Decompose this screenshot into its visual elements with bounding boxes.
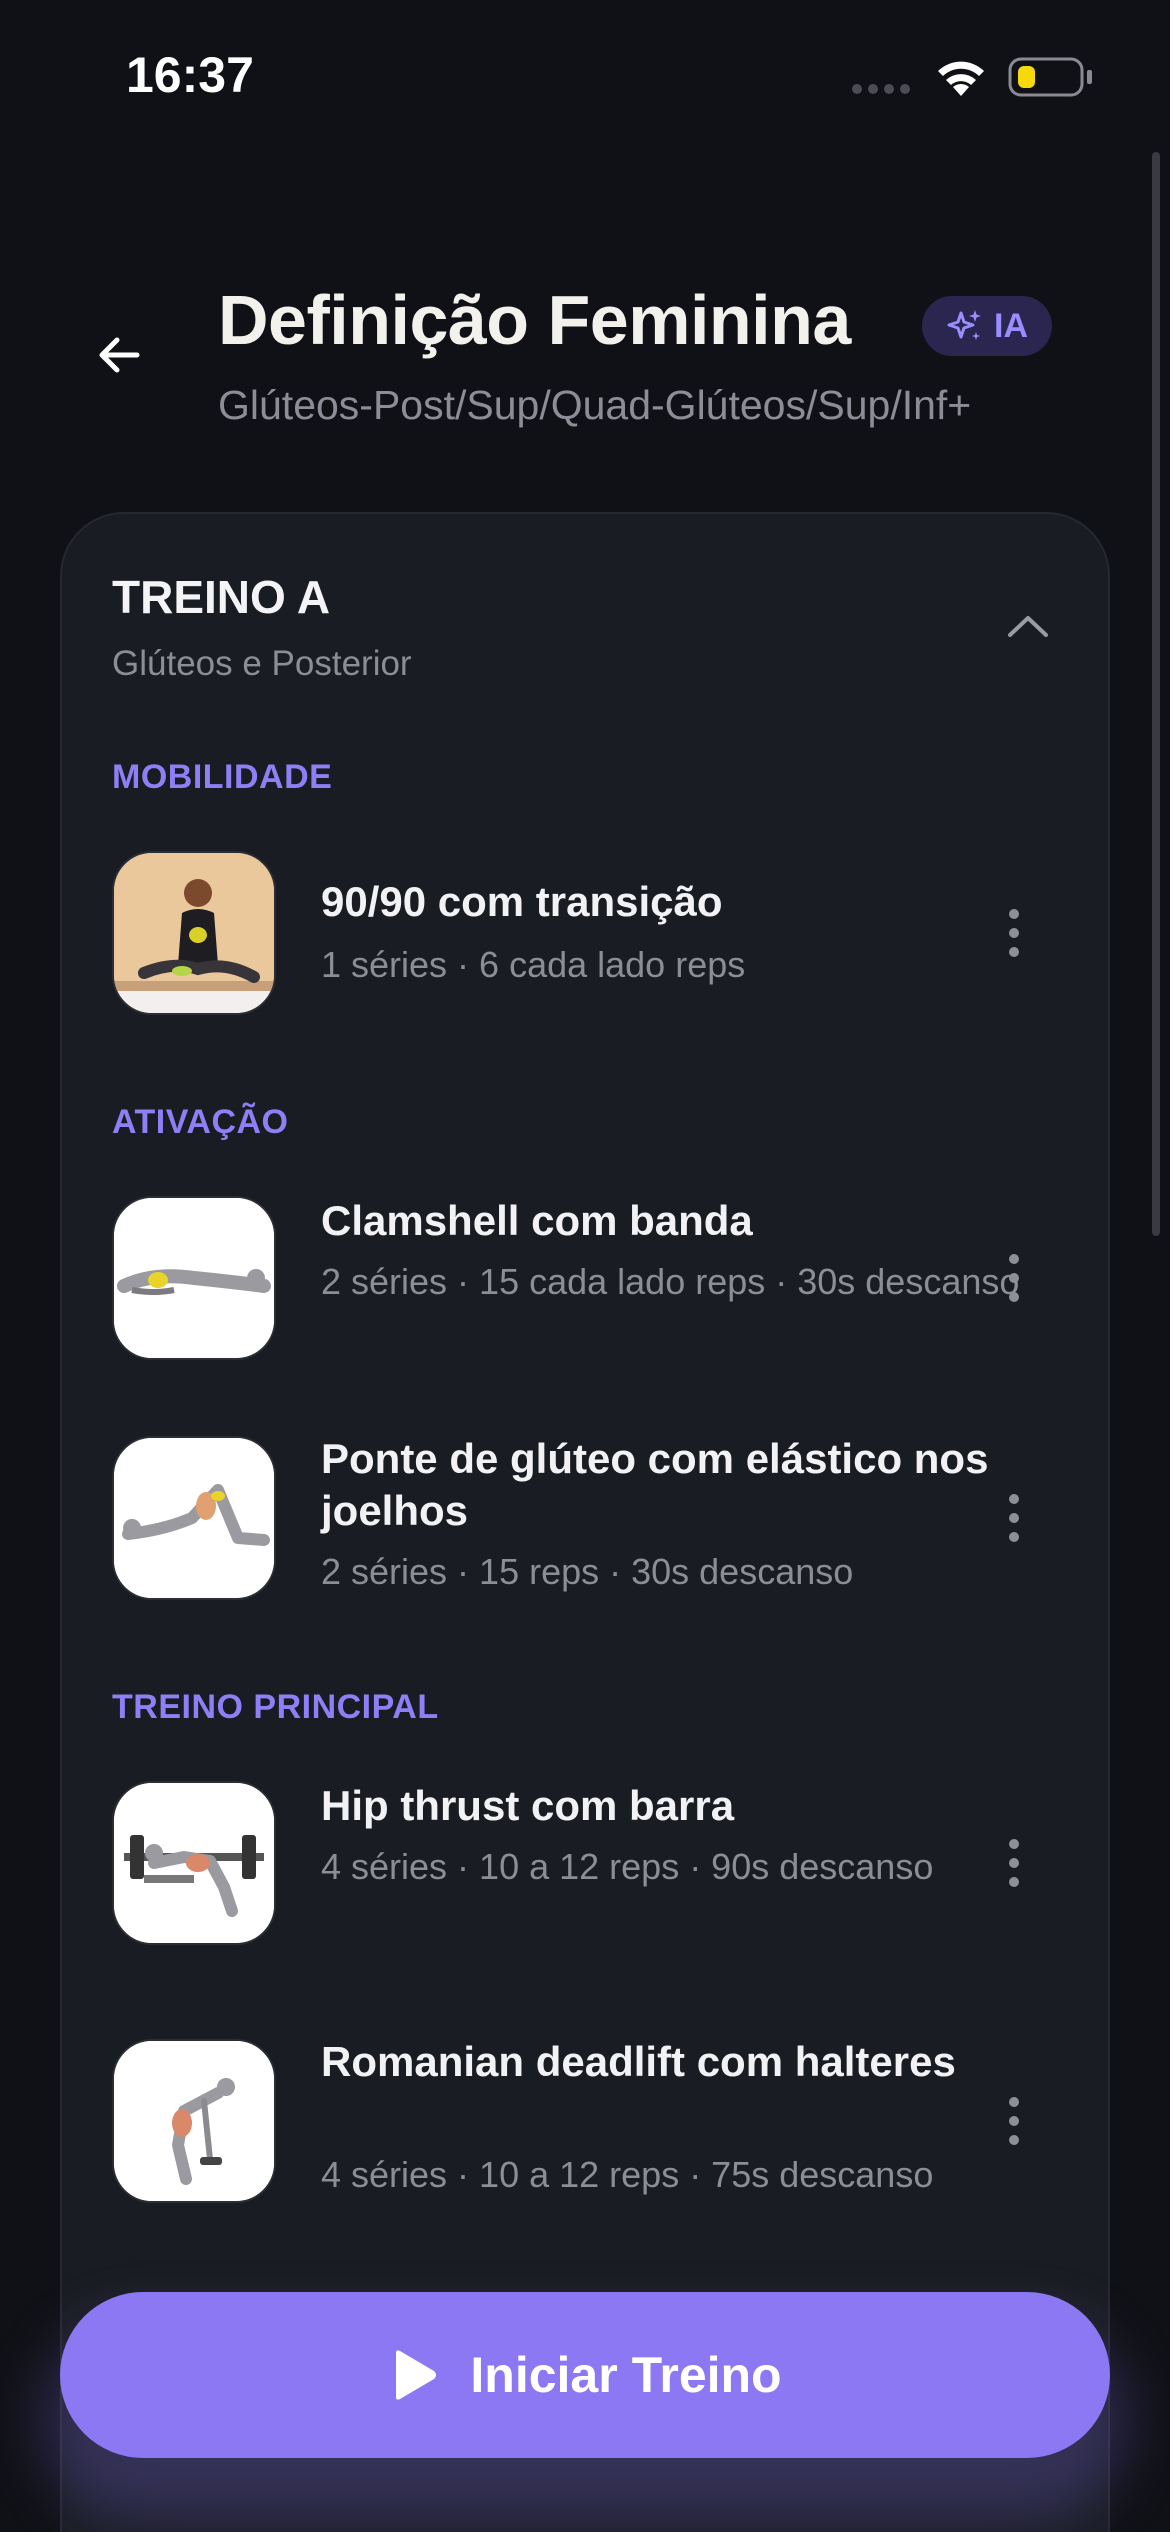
page-subtitle: Glúteos-Post/Sup/Quad-Glúteos/Sup/Inf+ [218,382,972,428]
wifi-icon [938,61,984,96]
exercise-name: Romanian deadlift com halteres [321,2038,956,2085]
status-time: 16:37 [126,47,254,103]
battery-icon [1008,57,1092,97]
exercise-thumbnail [112,1781,276,1945]
ai-badge[interactable]: IA [922,296,1052,356]
exercise-details: 4 séries · 10 a 12 reps · 75s descanso [321,2154,934,2195]
back-button[interactable] [86,322,152,388]
exercise-name: Clamshell com banda [321,1197,753,1244]
page-title: Definição Feminina [218,281,851,359]
exercise-details: 2 séries · 15 reps · 30s descanso [321,1551,854,1592]
exercise-name: 90/90 com transição [321,878,723,925]
exercise-thumbnail [112,1436,276,1600]
more-options-button[interactable] [994,1828,1034,1898]
workout-detail-screen: 16:37 Definição Feminina IA Glúteos-Post… [0,0,1170,2532]
more-options-button[interactable] [994,2086,1034,2156]
start-workout-label: Iniciar Treino [470,2347,782,2403]
cellular-signal-icon [852,84,916,94]
workout-focus: Glúteos e Posterior [112,644,412,683]
ai-badge-label: IA [994,306,1028,345]
start-workout-button[interactable]: Iniciar Treino [60,2292,1110,2458]
exercise-details: 1 séries · 6 cada lado reps [321,944,746,985]
workout-name: TREINO A [112,571,331,623]
exercise-thumbnail [112,1196,276,1360]
more-options-button[interactable] [994,898,1034,968]
more-options-button[interactable] [994,1243,1034,1313]
exercise-name: Hip thrust com barra [321,1782,735,1829]
exercise-item[interactable]: Romanian deadlift com halteres 4 séries … [112,2038,1052,2204]
exercise-item[interactable]: 90/90 com transição 1 séries · 6 cada la… [112,850,1052,1016]
collapse-button[interactable] [996,596,1060,656]
section-label-mobilidade: MOBILIDADE [112,758,333,796]
arrow-left-icon [99,337,140,373]
chevron-up-icon [1008,616,1048,637]
exercise-item[interactable]: Clamshell com banda 2 séries · 15 cada l… [112,1195,1052,1361]
exercise-thumbnail [112,2039,276,2203]
exercise-details: 4 séries · 10 a 12 reps · 90s descanso [321,1846,934,1887]
scrollbar[interactable] [1152,152,1160,1236]
play-icon [396,2350,437,2400]
more-options-button[interactable] [994,1483,1034,1553]
sparkles-icon [947,310,981,340]
exercise-details: 2 séries · 15 cada lado reps · 30s desca… [321,1261,1020,1302]
section-label-ativacao: ATIVAÇÃO [112,1103,289,1141]
exercise-thumbnail [112,851,276,1015]
section-label-treino-principal: TREINO PRINCIPAL [112,1688,439,1726]
exercise-name: Ponte de glúteo com elástico nos joelhos [321,1435,989,1534]
exercise-item[interactable]: Ponte de glúteo com elástico nos joelhos… [112,1435,1052,1601]
exercise-item[interactable]: Hip thrust com barra 4 séries · 10 a 12 … [112,1780,1052,1946]
